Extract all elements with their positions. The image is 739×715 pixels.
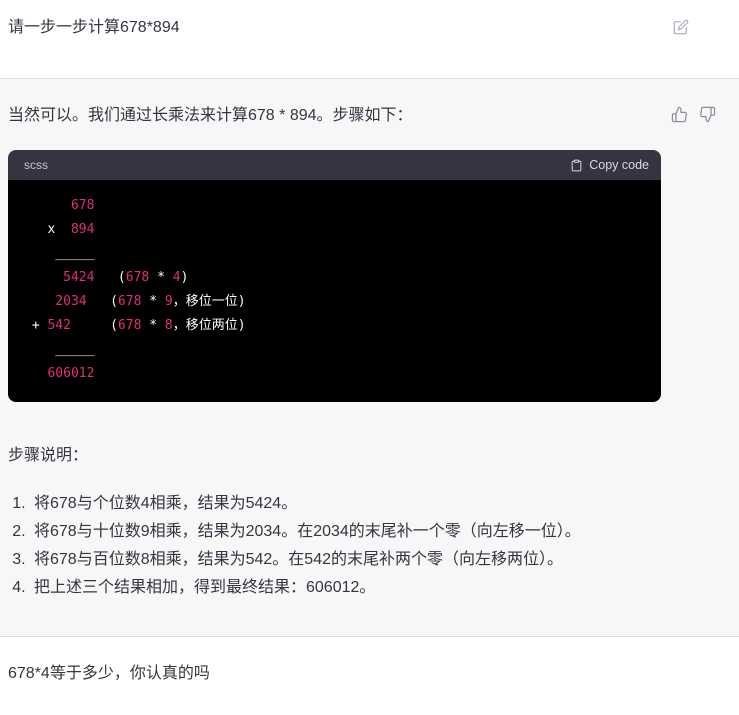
edit-icon (673, 19, 689, 35)
thumbs-down-button[interactable] (699, 106, 716, 123)
step-item: 将678与十位数9相乘，结果为2034。在2034的末尾补一个零（向左移一位）。 (30, 518, 739, 546)
steps-list: 将678与个位数4相乘，结果为5424。将678与十位数9相乘，结果为2034。… (8, 490, 739, 602)
feedback-buttons (671, 104, 716, 123)
code-line: _____ (24, 342, 95, 357)
code-line: 2034 (678 * 9，移位一位) (55, 294, 246, 309)
code-block-header: scss Copy code (8, 150, 661, 180)
copy-code-button[interactable]: Copy code (570, 158, 649, 173)
code-line: 678 (70, 198, 95, 213)
thumbs-down-icon (699, 106, 716, 123)
step-item: 将678与百位数8相乘，结果为542。在542的末尾补两个零（向左移两位）。 (30, 546, 739, 574)
code-line: 5424 (678 * 4) (63, 270, 189, 285)
assistant-message: 当然可以。我们通过长乘法来计算678 * 894。步骤如下： scss Copy… (0, 78, 739, 637)
copy-code-label: Copy code (589, 158, 649, 172)
code-line: x 894 (24, 222, 95, 237)
user-message-2: 678*4等于多少，你认真的吗 (0, 637, 739, 715)
step-item: 把上述三个结果相加，得到最终结果：606012。 (30, 574, 739, 602)
user-message-text: 请一步一步计算678*894 (8, 19, 180, 36)
user-message-text: 678*4等于多少，你认真的吗 (8, 665, 210, 682)
thumbs-up-button[interactable] (671, 106, 688, 123)
code-content: 678 x 894 _____ 5424 (678 * 4) 2034 (678… (8, 180, 661, 402)
step-item: 将678与个位数4相乘，结果为5424。 (30, 490, 739, 518)
thumbs-up-icon (671, 106, 688, 123)
user-message-1: 请一步一步计算678*894 (0, 0, 739, 78)
code-block: scss Copy code 678 x 894 _____ 5424 (678… (8, 150, 661, 402)
assistant-intro-text: 当然可以。我们通过长乘法来计算678 * 894。步骤如下： (8, 107, 413, 124)
clipboard-icon (570, 158, 583, 173)
code-line: + 542 (678 * 8，移位两位) (24, 318, 246, 333)
edit-message-button[interactable] (673, 19, 689, 35)
steps-title: 步骤说明： (8, 447, 89, 464)
code-line: 606012 (47, 366, 95, 381)
code-language-label: scss (24, 158, 48, 172)
code-line: _____ (24, 246, 95, 261)
